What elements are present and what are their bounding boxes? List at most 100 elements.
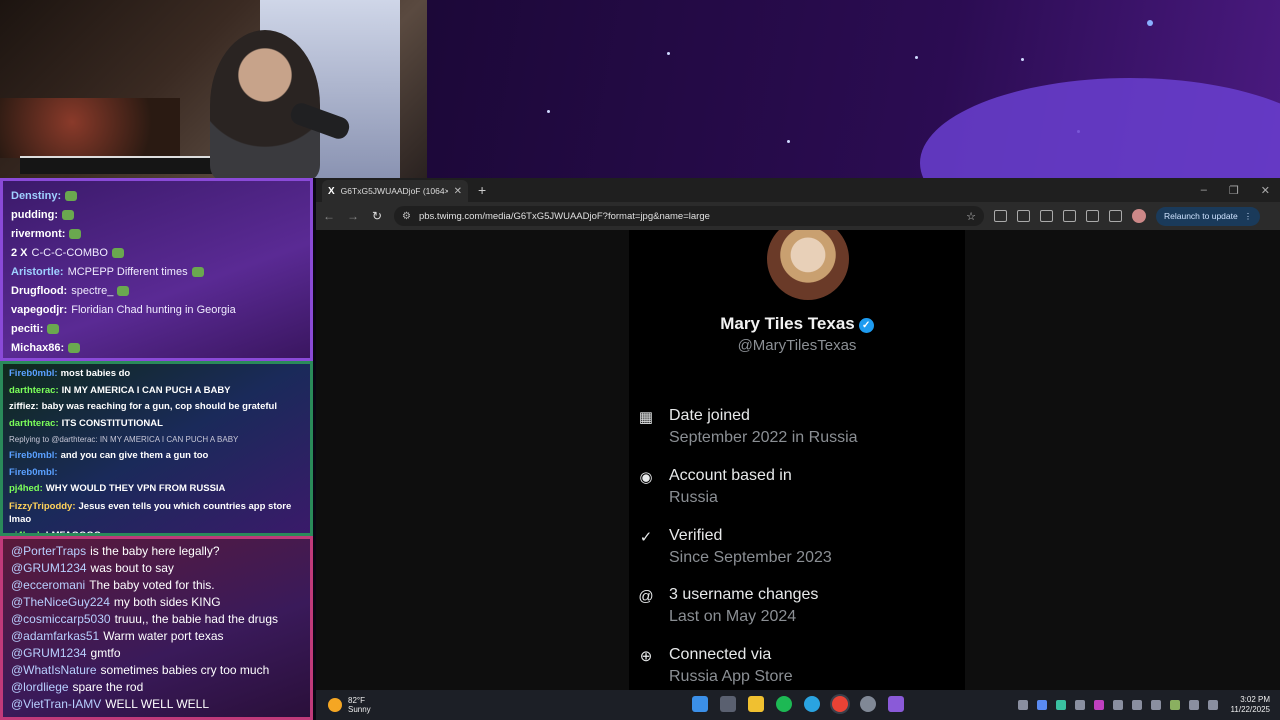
volume-icon[interactable] bbox=[1207, 700, 1218, 710]
chat-message: @GRUM1234 was bout to say bbox=[11, 560, 302, 577]
chat-panel-bottom: @PorterTraps is the baby here legally? @GR… bbox=[0, 536, 313, 720]
chat-username: @adamfarkas51 bbox=[11, 629, 100, 643]
chat-username: peciti: bbox=[11, 323, 44, 335]
info-detail: Since September 2023 bbox=[669, 549, 832, 566]
at-sign-icon: @ bbox=[638, 588, 654, 605]
close-window-button[interactable]: ✕ bbox=[1261, 184, 1270, 197]
chat-username: @TheNiceGuy224 bbox=[11, 595, 110, 609]
chat-username: darthterac: bbox=[9, 384, 59, 396]
back-button[interactable]: ← bbox=[322, 209, 336, 223]
chat-message: @ecceromani The baby voted for this. bbox=[11, 577, 302, 594]
chat-message: Denstiny: bbox=[11, 187, 302, 206]
chat-text: baby was reaching for a gun, cop should … bbox=[41, 401, 277, 412]
tray-app-icon[interactable] bbox=[1055, 700, 1066, 710]
chat-message: Drugflood: spectre_ bbox=[11, 282, 302, 301]
chat-message: Aristortle: MCPEPP Different times bbox=[11, 263, 302, 282]
profile-image-content: Mary Tiles Texas ✓ @MaryTilesTexas ▦ Date … bbox=[629, 230, 965, 690]
address-bar[interactable]: ⚙ pbs.twimg.com/media/G6TxG5JWUAADjoF?fo… bbox=[394, 206, 984, 226]
extensions-puzzle-icon[interactable] bbox=[1063, 210, 1076, 222]
chat-username: vapegodjr: bbox=[11, 304, 68, 316]
webcam-keyboard bbox=[20, 156, 220, 174]
x-logo-icon: X bbox=[328, 185, 335, 197]
site-info-icon[interactable]: ⚙ bbox=[402, 211, 411, 222]
tab-close-icon[interactable]: ✕ bbox=[454, 186, 462, 197]
emote-icon bbox=[111, 248, 124, 259]
browser-window: X G6TxG5JWUAADjoF (1064×1440) ✕ + – ❐ ✕ … bbox=[316, 178, 1280, 690]
chat-username: @ecceromani bbox=[11, 578, 86, 592]
chat-username: Aristortle: bbox=[11, 266, 64, 278]
chrome-icon[interactable] bbox=[832, 696, 848, 712]
tray-app-icon[interactable] bbox=[1093, 700, 1104, 710]
info-detail: Last on May 2024 bbox=[669, 608, 797, 625]
file-explorer-icon[interactable] bbox=[748, 696, 764, 712]
chat-username: Fireb0mbl: bbox=[9, 466, 58, 478]
chat-message: @PorterTraps is the baby here legally? bbox=[11, 543, 302, 560]
weather-condition: Sunny bbox=[348, 705, 371, 714]
verified-check-icon: ✓ bbox=[858, 318, 874, 333]
weather-widget[interactable]: 82°F Sunny bbox=[328, 696, 371, 714]
chat-text: WHY WOULD THEY VPN FROM RUSSIA bbox=[45, 483, 226, 494]
chat-message: ziffiez: baby was reaching for a gun, cop… bbox=[9, 399, 304, 416]
system-tray: 3:02 PM 11/22/2025 bbox=[1017, 690, 1270, 720]
spotify-icon[interactable] bbox=[776, 696, 792, 712]
emote-icon bbox=[117, 286, 130, 297]
tray-app-icon[interactable] bbox=[1150, 700, 1161, 710]
maximize-button[interactable]: ❐ bbox=[1229, 184, 1239, 197]
windows-start-icon[interactable] bbox=[692, 696, 708, 712]
chat-message: Fireb0mbl: and you can give them a gun to… bbox=[9, 448, 304, 465]
chat-message: @GRUM1234 gmtfo bbox=[11, 645, 302, 662]
minimize-button[interactable]: – bbox=[1201, 184, 1207, 197]
relaunch-update-button[interactable]: Relaunch to update ⋮ bbox=[1156, 206, 1261, 226]
chat-text: is the baby here legally? bbox=[90, 544, 220, 558]
steam-icon[interactable] bbox=[1112, 700, 1123, 710]
profile-avatar[interactable] bbox=[1132, 209, 1146, 223]
tray-app-icon[interactable] bbox=[1074, 700, 1085, 710]
new-tab-button[interactable]: + bbox=[478, 182, 486, 198]
chat-username: pj4hed: bbox=[9, 483, 43, 494]
star bbox=[547, 110, 550, 113]
tray-app-icon[interactable] bbox=[1131, 700, 1142, 710]
clock-date: 11/22/2025 bbox=[1230, 705, 1270, 714]
tray-app-icon[interactable] bbox=[1036, 700, 1047, 710]
edge-icon[interactable] bbox=[804, 696, 820, 712]
screen: Denstiny: pudding: rivermont: 2 X C-C-C-COMB… bbox=[0, 0, 1280, 720]
clock[interactable]: 3:02 PM 11/22/2025 bbox=[1231, 695, 1270, 715]
emote-icon bbox=[69, 229, 82, 240]
profile-name: Mary Tiles Texas ✓ bbox=[629, 314, 965, 334]
cast-icon[interactable] bbox=[1086, 210, 1099, 222]
info-title: 3 username changes bbox=[669, 586, 819, 603]
chat-message: pj4hed: WHY WOULD THEY VPN FROM RUSSIA bbox=[9, 481, 304, 498]
reload-button[interactable]: ↻ bbox=[370, 209, 384, 223]
chat-username: ziffiez: bbox=[9, 401, 39, 412]
bookmark-star-icon[interactable]: ☆ bbox=[966, 210, 976, 223]
chat-text: MCPEPP Different times bbox=[67, 266, 188, 278]
tray-app-icon[interactable] bbox=[1169, 700, 1180, 710]
window-controls: – ❐ ✕ bbox=[1201, 184, 1280, 197]
extension-icon[interactable] bbox=[1040, 210, 1053, 222]
chat-message: @lordliege spare the rod bbox=[11, 679, 302, 696]
app-icon[interactable] bbox=[888, 696, 904, 712]
chat-message: pudding: bbox=[11, 206, 302, 225]
forward-button[interactable]: → bbox=[346, 209, 360, 223]
chat-username: 2 X bbox=[11, 247, 28, 259]
chat-username: darthterac: bbox=[9, 417, 59, 429]
info-title: Connected via bbox=[669, 646, 772, 663]
tab-active[interactable]: X G6TxG5JWUAADjoF (1064×1440) ✕ bbox=[322, 180, 468, 202]
info-detail: Russia App Store bbox=[669, 668, 793, 685]
media-controls-icon[interactable] bbox=[1109, 210, 1122, 222]
chat-message: Fireb0mbl: bbox=[9, 465, 304, 482]
reading-list-icon[interactable] bbox=[994, 210, 1007, 222]
tray-chevron-icon[interactable] bbox=[1017, 700, 1028, 710]
task-view-icon[interactable] bbox=[720, 696, 736, 712]
profile-picture bbox=[767, 230, 849, 300]
trash-icon[interactable] bbox=[1017, 210, 1030, 222]
webcam-shelf-decor bbox=[0, 98, 180, 158]
chat-username: pudding: bbox=[11, 209, 59, 221]
network-icon[interactable] bbox=[1188, 700, 1199, 710]
star bbox=[915, 56, 918, 59]
obs-icon[interactable] bbox=[860, 696, 876, 712]
url-text: pbs.twimg.com/media/G6TxG5JWUAADjoF?form… bbox=[418, 210, 710, 222]
chat-text: Warm water port texas bbox=[103, 629, 224, 643]
profile-handle: @MaryTilesTexas bbox=[737, 337, 857, 354]
webcam-feed bbox=[0, 0, 427, 178]
